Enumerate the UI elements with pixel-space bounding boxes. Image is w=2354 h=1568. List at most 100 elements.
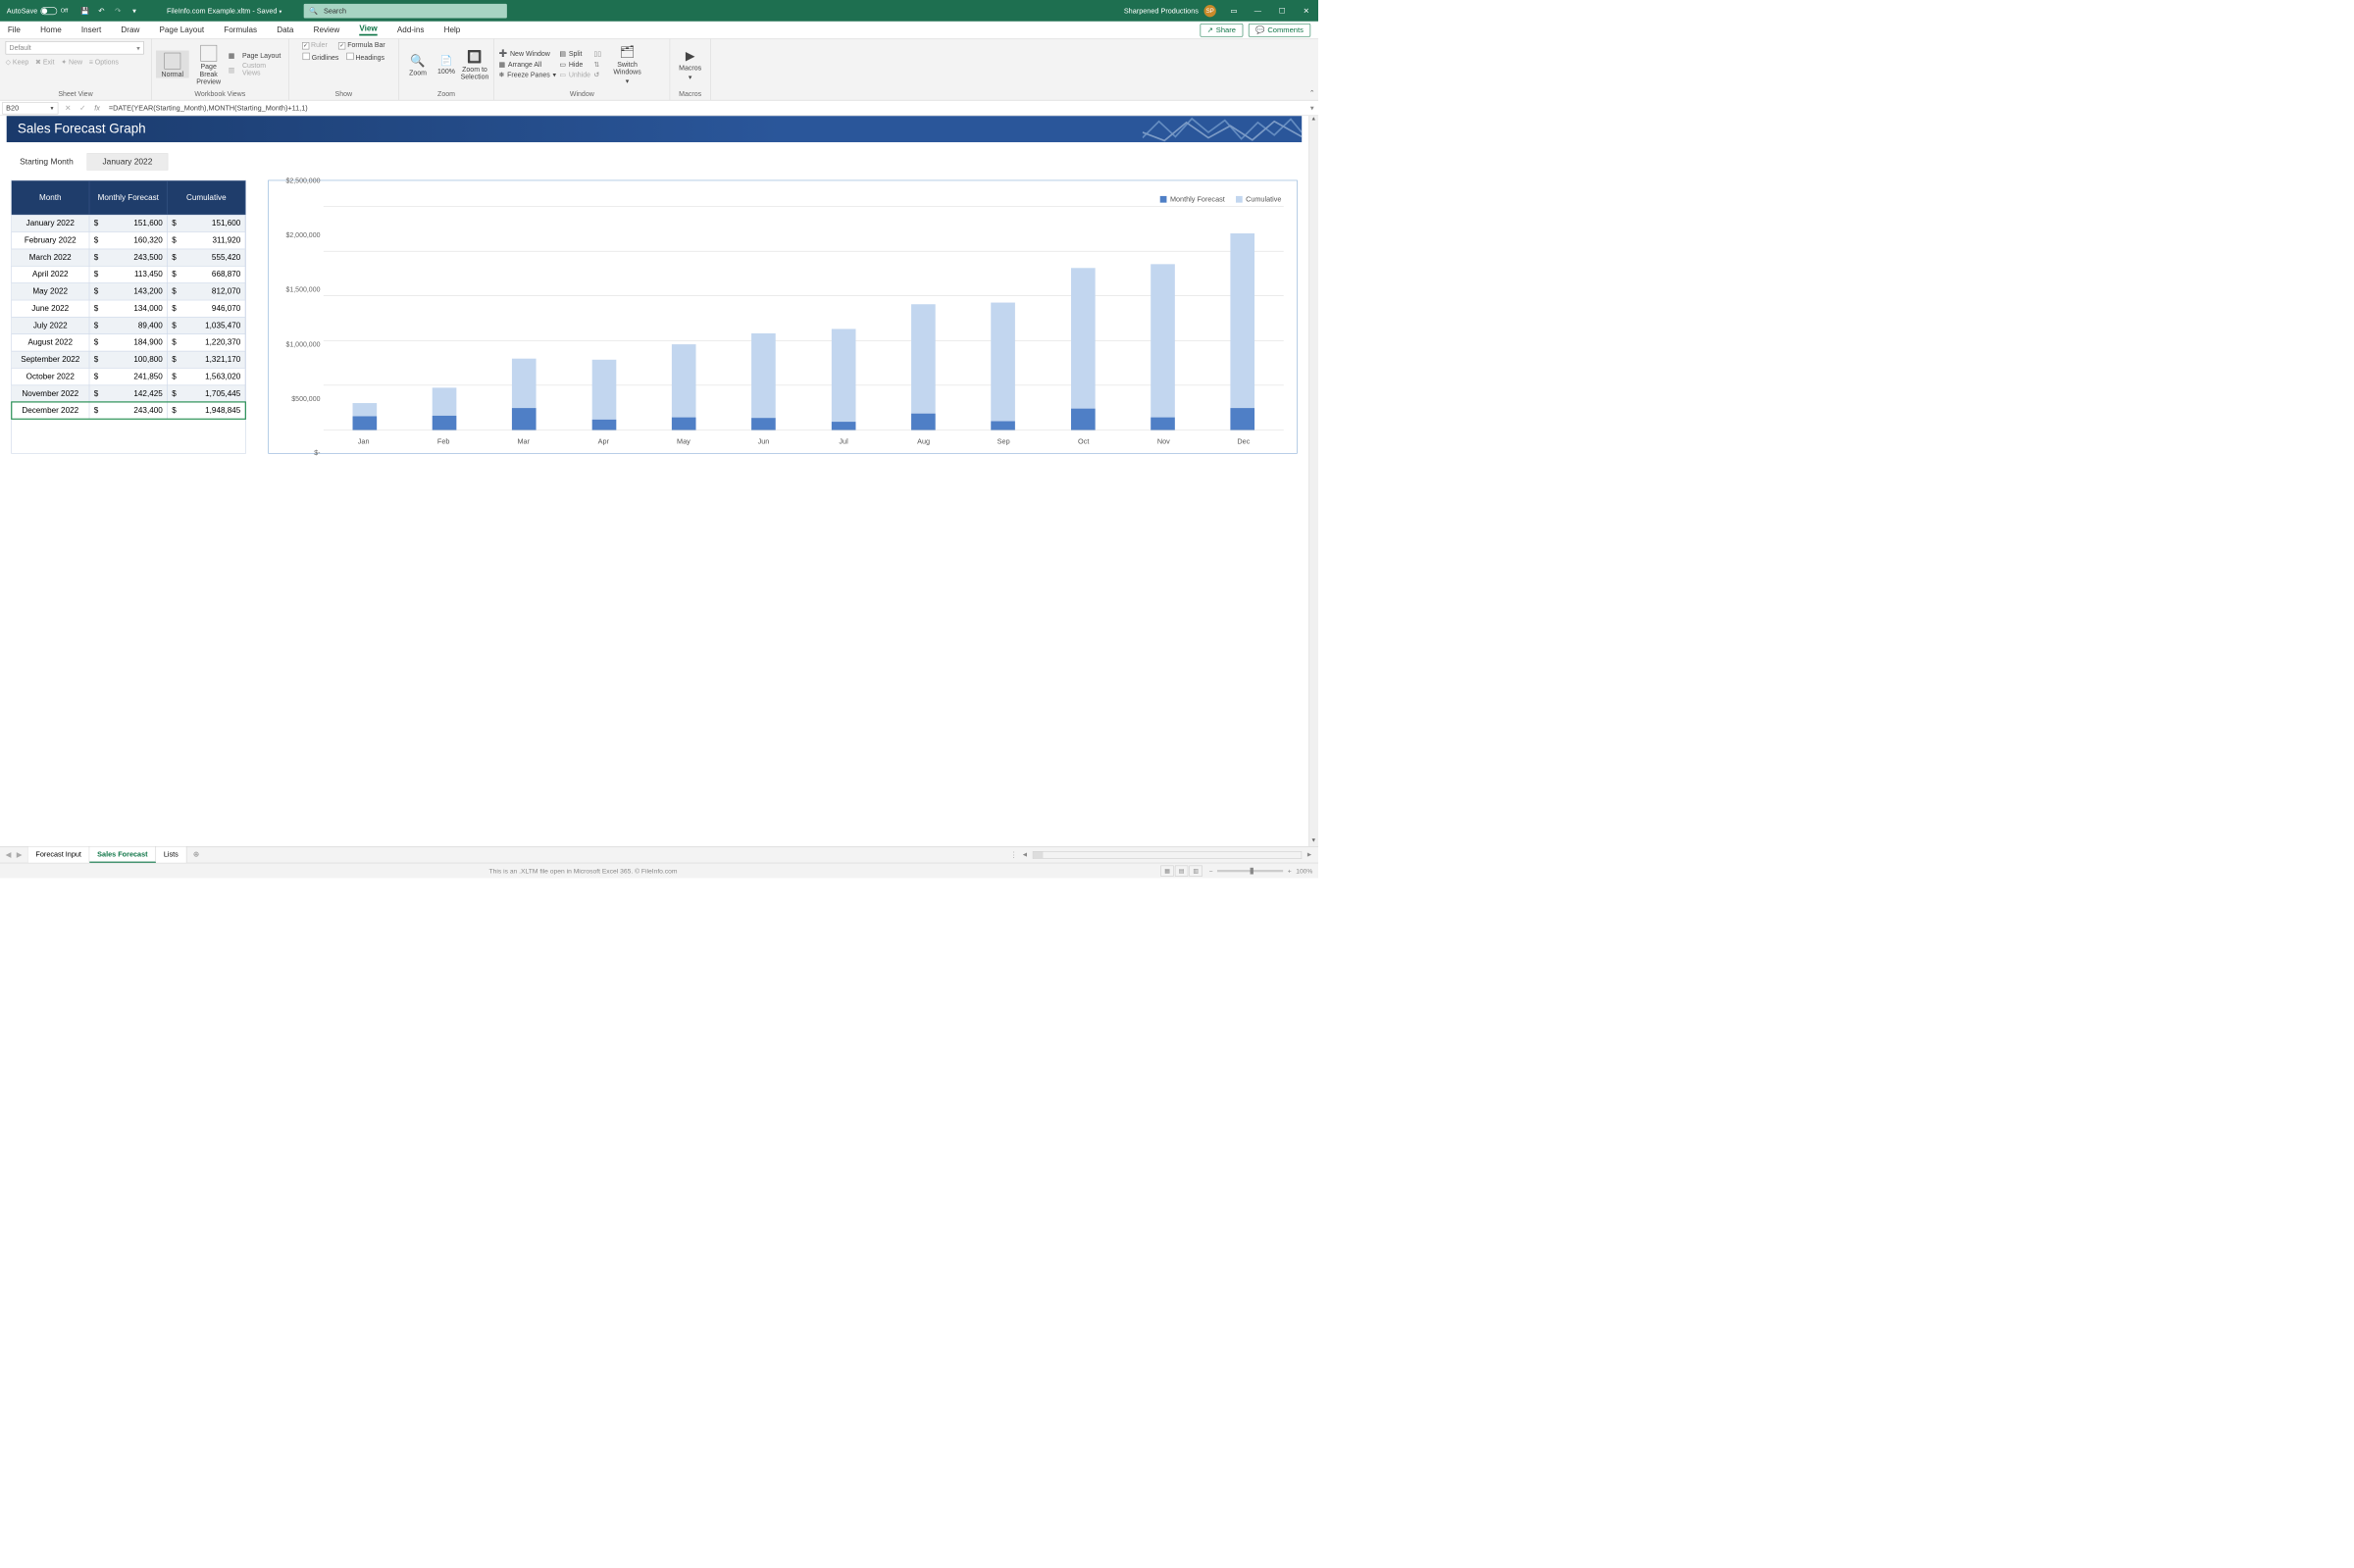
add-sheet-button[interactable]: ⊕ [186, 847, 206, 863]
qat-dropdown-icon[interactable]: ▾ [129, 6, 139, 16]
tab-home[interactable]: Home [40, 25, 62, 34]
redo-icon[interactable]: ↷ [113, 6, 123, 16]
save-icon[interactable]: 💾 [79, 6, 89, 16]
tab-addins[interactable]: Add-ins [397, 25, 425, 34]
share-button[interactable]: ↗Share [1200, 24, 1243, 36]
y-tick-label: $1,500,000 [285, 285, 320, 293]
view-normal-icon[interactable]: ▦ [1160, 865, 1173, 876]
macros-button[interactable]: ▶Macros▾ [675, 47, 706, 81]
document-title[interactable]: FileInfo.com Example.xltm - Saved ▾ [145, 7, 304, 15]
zoom-slider[interactable] [1217, 870, 1283, 872]
comments-button[interactable]: 💬Comments [1249, 24, 1310, 36]
cell-month: July 2022 [12, 318, 90, 334]
tab-data[interactable]: Data [277, 25, 293, 34]
tab-insert[interactable]: Insert [81, 25, 101, 34]
table-row[interactable]: September 2022$100,800$1,321,170 [12, 351, 246, 368]
view-options-button[interactable]: ≡ Options [89, 58, 119, 66]
tab-draw[interactable]: Draw [121, 25, 139, 34]
table-row[interactable]: February 2022$160,320$311,920 [12, 231, 246, 248]
zoom-level[interactable]: 100% [1296, 867, 1312, 875]
horizontal-scrollbar[interactable] [1033, 851, 1302, 859]
hide-button[interactable]: ▭Hide [559, 60, 590, 68]
hscroll-left-icon[interactable]: ◀ [1020, 852, 1029, 858]
ribbon-display-icon[interactable]: ▭ [1221, 6, 1246, 15]
name-box[interactable]: B20▼ [2, 102, 58, 114]
sync-scroll-icon[interactable]: ⇅ [593, 60, 606, 68]
table-row[interactable]: June 2022$134,000$946,070 [12, 300, 246, 317]
zoom-button[interactable]: 🔍Zoom [403, 51, 433, 76]
new-window-button[interactable]: ➕New Window [498, 49, 556, 57]
page-break-button[interactable]: Page Break Preview [192, 42, 226, 85]
tab-formulas[interactable]: Formulas [224, 25, 257, 34]
normal-view-button[interactable]: Normal [156, 50, 189, 77]
formula-bar-checkbox[interactable]: ✓ Formula Bar [338, 41, 385, 49]
table-row[interactable]: January 2022$151,600$151,600 [12, 215, 246, 231]
scroll-up-icon[interactable]: ▲ [1310, 116, 1316, 125]
unhide-button[interactable]: ▭Unhide [559, 71, 590, 78]
gridlines-checkbox[interactable]: Gridlines [303, 53, 339, 62]
view-page-break-icon[interactable]: ▥ [1190, 865, 1203, 876]
forecast-chart[interactable]: Monthly Forecast Cumulative JanFebMarApr… [268, 180, 1297, 454]
switch-windows-button[interactable]: 🗂Switch Windows▾ [610, 43, 644, 85]
table-row[interactable]: March 2022$243,500$555,420 [12, 249, 246, 266]
banner-decoration-icon [1143, 116, 1302, 142]
keep-button[interactable]: ◇ Keep [6, 58, 29, 66]
tab-file[interactable]: File [8, 25, 21, 34]
x-tick-label: Dec [1232, 437, 1256, 445]
sheet-next-icon[interactable]: ▶ [17, 850, 23, 859]
fx-cancel-icon[interactable]: ✕ [61, 104, 76, 113]
maximize-icon[interactable]: ☐ [1270, 6, 1295, 15]
formula-input[interactable]: =DATE(YEAR(Starting_Month),MONTH(Startin… [104, 104, 1318, 113]
table-row[interactable]: November 2022$142,425$1,705,445 [12, 385, 246, 402]
tab-help[interactable]: Help [444, 25, 461, 34]
tab-page-layout[interactable]: Page Layout [159, 25, 204, 34]
zoom-100-button[interactable]: 📄100% [435, 53, 456, 76]
sheet-view-dropdown[interactable]: Default▾ [6, 41, 144, 54]
new-view-button[interactable]: ✦ New [61, 58, 82, 66]
custom-views-button[interactable]: ▥ Custom Views [229, 62, 284, 77]
zoom-out-icon[interactable]: − [1209, 867, 1213, 875]
sheet-prev-icon[interactable]: ◀ [6, 850, 12, 859]
page-layout-button[interactable]: ▦ Page Layout [229, 51, 284, 59]
x-tick-label: Jul [832, 437, 856, 445]
view-side-by-side-icon[interactable]: ▯▯ [593, 49, 606, 57]
close-icon[interactable]: ✕ [1294, 6, 1318, 15]
reset-window-icon[interactable]: ↺ [593, 71, 606, 78]
view-page-layout-icon[interactable]: ▤ [1175, 865, 1188, 876]
fx-icon[interactable]: fx [90, 104, 105, 112]
worksheet-area[interactable]: Sales Forecast Graph Starting Month Janu… [0, 116, 1308, 846]
minimize-icon[interactable]: — [1246, 6, 1270, 15]
vertical-scrollbar[interactable]: ▲ ▼ [1308, 116, 1318, 846]
scroll-down-icon[interactable]: ▼ [1310, 837, 1316, 846]
expand-formula-icon[interactable]: ▾ [1310, 104, 1314, 113]
fx-enter-icon[interactable]: ✓ [76, 104, 90, 113]
exit-button[interactable]: ✖ Exit [35, 58, 54, 66]
sheet-tab[interactable]: Sales Forecast [89, 847, 156, 863]
sheet-tab[interactable]: Lists [156, 847, 186, 863]
table-row[interactable]: April 2022$113,450$668,870 [12, 266, 246, 282]
search-box[interactable]: 🔍 Search [304, 4, 507, 19]
zoom-in-icon[interactable]: + [1288, 867, 1292, 875]
ruler-checkbox[interactable]: ✓ Ruler [302, 41, 328, 49]
zoom-selection-button[interactable]: 🔲Zoom to Selection [460, 47, 489, 80]
arrange-all-button[interactable]: ▦Arrange All [498, 60, 556, 68]
table-row[interactable]: May 2022$143,200$812,070 [12, 282, 246, 299]
avatar[interactable]: SP [1204, 5, 1216, 17]
account-name[interactable]: Sharpened Productions [1124, 7, 1199, 15]
starting-month-value[interactable]: January 2022 [86, 153, 168, 170]
sheet-tab[interactable]: Forecast Input [28, 847, 90, 863]
autosave-toggle[interactable]: AutoSave Off [0, 7, 75, 15]
table-row[interactable]: October 2022$241,850$1,563,020 [12, 368, 246, 384]
table-row[interactable]: December 2022$243,400$1,948,845 [12, 402, 246, 419]
tab-view[interactable]: View [359, 25, 377, 36]
headings-checkbox[interactable]: Headings [346, 53, 384, 62]
tab-review[interactable]: Review [314, 25, 340, 34]
table-row[interactable]: August 2022$184,900$1,220,370 [12, 333, 246, 350]
collapse-ribbon-icon[interactable]: ⌃ [1309, 88, 1315, 96]
x-tick-label: May [672, 437, 696, 445]
freeze-panes-button[interactable]: ❄Freeze Panes ▾ [498, 71, 556, 78]
undo-icon[interactable]: ↶ [96, 6, 106, 16]
split-button[interactable]: ▤Split [559, 49, 590, 57]
hscroll-right-icon[interactable]: ▶ [1305, 852, 1314, 858]
table-row[interactable]: July 2022$89,400$1,035,470 [12, 317, 246, 333]
